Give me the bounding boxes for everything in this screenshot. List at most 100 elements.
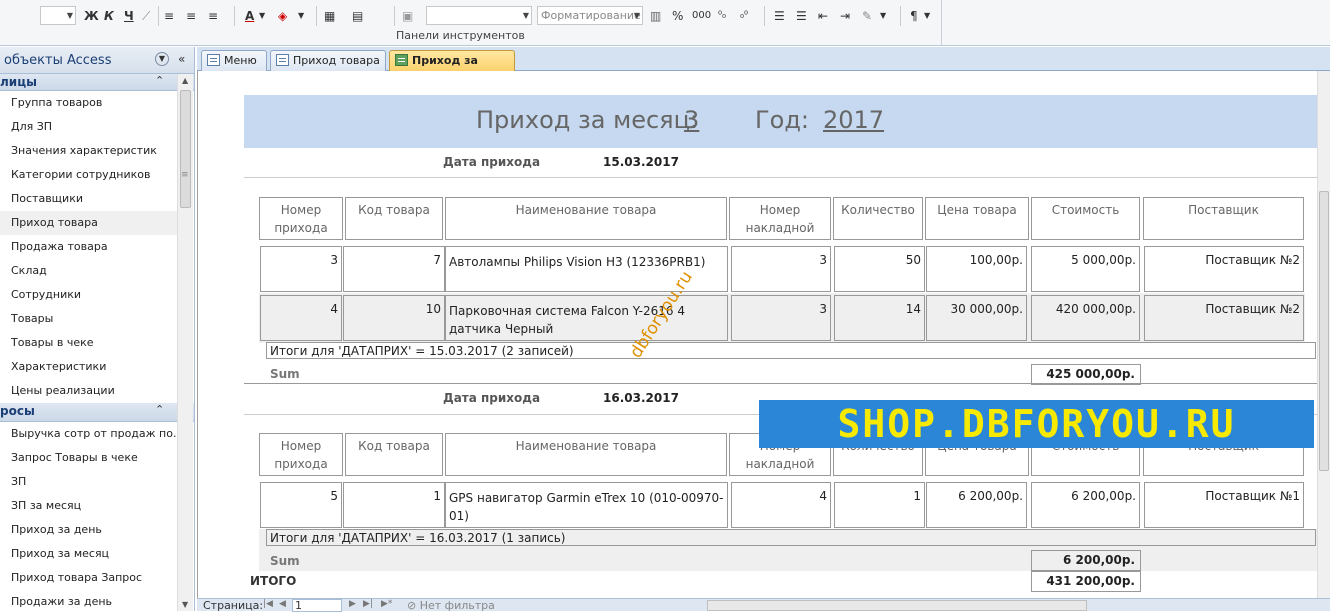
nav-scrollbar[interactable]: ▲ ≡ ▼ (177, 74, 193, 611)
nav-item[interactable]: Цены реализации (0, 379, 177, 403)
table-cell: 10 (343, 295, 445, 341)
conditional-format-icon[interactable]: ▣ (402, 6, 413, 26)
total-label: ИТОГО (250, 574, 297, 588)
scrollbar-thumb[interactable] (1319, 191, 1329, 471)
scrollbar-thumb[interactable] (180, 90, 191, 208)
font-color-button[interactable]: A (245, 6, 254, 26)
nav-item[interactable]: Приход за месяц (0, 542, 177, 566)
nav-item[interactable]: Для ЗП (0, 115, 177, 139)
tab-prihod-tovara[interactable]: Приход товара (270, 50, 386, 71)
nav-item[interactable]: Приход за день (0, 518, 177, 542)
chevron-down-icon: ▼ (66, 11, 73, 20)
table-cell: 30 000,00р. (926, 295, 1027, 341)
nav-item[interactable]: Приход товара (0, 211, 177, 235)
chevron-down-icon[interactable]: ▼ (880, 6, 886, 26)
table-cell: 14 (834, 295, 925, 341)
nav-item[interactable]: Склад (0, 259, 177, 283)
format-combo[interactable]: Форматирование ▼ (537, 6, 643, 25)
paragraph-button[interactable]: ¶ (910, 6, 918, 26)
next-page-icon[interactable]: ▶ (349, 599, 356, 609)
collapse-pane-icon[interactable]: « (178, 52, 185, 66)
highlight-icon[interactable]: ✎ (862, 6, 872, 26)
first-page-icon[interactable]: |◀ (263, 599, 273, 609)
chevron-down-icon: ▼ (522, 11, 529, 20)
page-input[interactable]: 1 (292, 599, 342, 612)
field-combo[interactable]: ▼ (426, 6, 532, 25)
chevron-down-icon[interactable]: ▼ (259, 6, 265, 26)
nav-item[interactable]: Продажи за день (0, 590, 177, 614)
nav-item[interactable]: Сотрудники (0, 283, 177, 307)
scroll-up-icon[interactable]: ▲ (182, 76, 188, 85)
tab-menu[interactable]: Меню (201, 50, 267, 71)
nav-item[interactable]: Запрос Товары в чеке (0, 446, 177, 470)
page-label: Страница: (203, 599, 264, 612)
increase-indent-icon[interactable]: ⇥ (840, 6, 850, 26)
nav-group-queries-title: росы (0, 404, 35, 418)
nav-item[interactable]: Категории сотрудников (0, 163, 177, 187)
align-center-icon[interactable]: ≡ (186, 6, 196, 26)
percent-button[interactable]: % (672, 6, 683, 26)
italic-button[interactable]: К (104, 6, 114, 26)
underline-button[interactable]: Ч (124, 6, 134, 26)
bullet-list-icon[interactable]: ☰ (774, 6, 785, 26)
no-filter-icon: ⊘ (407, 599, 420, 612)
nav-item[interactable]: ЗП (0, 470, 177, 494)
filter-label: Нет фильтра (419, 599, 495, 612)
nav-item[interactable]: ЗП за месяц (0, 494, 177, 518)
chevron-down-icon[interactable]: ▼ (155, 52, 169, 66)
nav-item[interactable]: Поставщики (0, 187, 177, 211)
nav-item[interactable]: Характеристики (0, 355, 177, 379)
table-cell: 100,00р. (926, 246, 1027, 292)
filter-status[interactable]: ⊘ Нет фильтра (407, 599, 495, 612)
last-page-icon[interactable]: ▶| (363, 599, 373, 609)
nav-item[interactable]: Группа товаров (0, 91, 177, 115)
nav-item[interactable]: Приход товара Запрос (0, 566, 177, 590)
fill-color-icon[interactable]: ◈ (278, 6, 287, 26)
nav-group-queries[interactable]: росы ⌃ (0, 403, 194, 422)
nav-item[interactable]: Товары в чеке (0, 331, 177, 355)
thousands-button[interactable]: 000 (692, 6, 711, 26)
nav-group-tables[interactable]: лицы ⌃ (0, 74, 194, 91)
navigation-pane-header[interactable]: объекты Access ▼ « (0, 47, 194, 74)
alternate-row-color-icon[interactable]: ▤ (352, 6, 363, 26)
chevron-up-icon[interactable]: ⌃ (155, 403, 164, 416)
clear-format-icon[interactable]: ⟋ (142, 6, 150, 26)
nav-item[interactable]: Продажа товара (0, 235, 177, 259)
nav-item[interactable]: Значения характеристик (0, 139, 177, 163)
tab-prihod-za-mesyac[interactable]: Приход за месяц (389, 50, 515, 86)
align-left-icon[interactable]: ≡ (164, 6, 174, 26)
report-header: Приход за месяц: 3 Год: 2017 (244, 95, 1317, 148)
increase-decimals-icon[interactable]: ⁰₀ (718, 6, 726, 26)
form-icon (276, 54, 289, 66)
table-cell: Поставщик №2 (1144, 295, 1304, 341)
nav-item[interactable]: Выручка сотр от продаж по... (0, 422, 177, 446)
table-cell: GPS навигатор Garmin eTrex 10 (010-00970… (445, 482, 728, 528)
new-record-icon[interactable]: ▶* (381, 599, 392, 609)
report-title: Приход за месяц: (476, 106, 699, 134)
numbered-list-icon[interactable]: ☰ (796, 6, 807, 26)
decrease-decimals-icon[interactable]: ₀⁰ (740, 6, 748, 26)
report-icon (395, 54, 408, 66)
chevron-up-icon[interactable]: ⌃ (155, 74, 164, 87)
bold-button[interactable]: Ж (84, 6, 99, 26)
table-cell: 3 (731, 246, 831, 292)
currency-icon[interactable]: ▥ (650, 6, 661, 26)
scroll-down-icon[interactable]: ▼ (182, 600, 188, 609)
prev-page-icon[interactable]: ◀ (279, 599, 286, 609)
gridlines-icon[interactable]: ▦ (324, 6, 335, 26)
col-header-name: Наименование товара (445, 433, 727, 476)
horizontal-scrollbar[interactable] (707, 600, 1087, 611)
font-size-combo[interactable]: ▼ (40, 6, 76, 25)
chevron-down-icon[interactable]: ▼ (298, 6, 304, 26)
chevron-down-icon[interactable]: ▼ (924, 6, 930, 26)
group-date: 15.03.2017 (603, 155, 679, 169)
nav-item[interactable]: Товары (0, 307, 177, 331)
table-cell: 50 (834, 246, 925, 292)
align-right-icon[interactable]: ≡ (208, 6, 218, 26)
promo-banner: SHOP.DBFORYOU.RU (759, 400, 1314, 448)
date-label: Дата прихода (443, 155, 541, 169)
format-combo-value: Форматирование (541, 9, 641, 22)
table-cell: 7 (343, 246, 445, 292)
decrease-indent-icon[interactable]: ⇤ (818, 6, 828, 26)
report-vscrollbar[interactable] (1317, 71, 1330, 598)
